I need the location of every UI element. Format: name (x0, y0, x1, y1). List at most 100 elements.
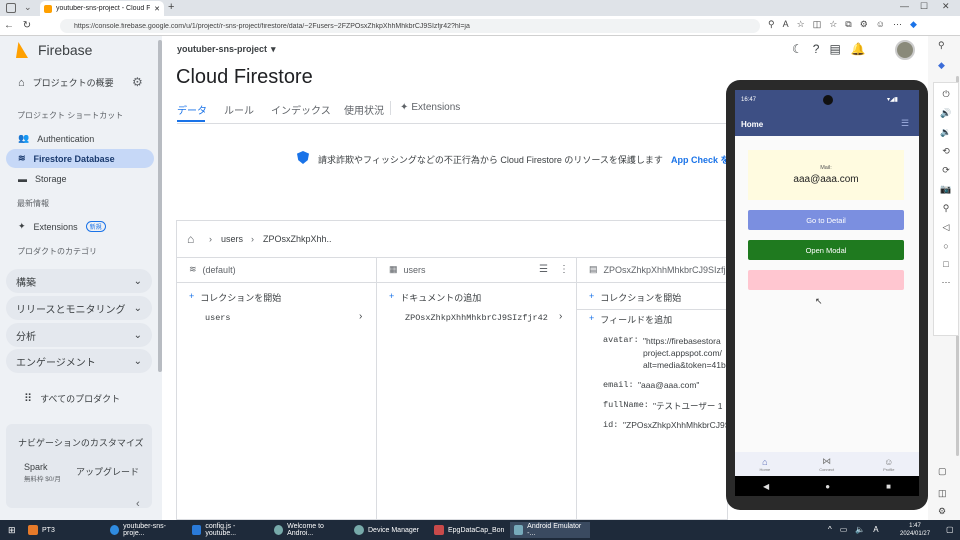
maximize-button[interactable]: ☐ (920, 1, 928, 12)
rotate-left-icon[interactable]: ⟲ (942, 146, 950, 157)
browser-tab[interactable]: youtuber-sns-project - Cloud Fir... ✕ (40, 1, 164, 16)
back-icon[interactable]: ◁ (943, 222, 950, 233)
url-field[interactable]: https://console.firebase.google.com/u/1/… (60, 19, 760, 33)
section-build[interactable]: 構築 ⌄ (6, 269, 152, 293)
taskbar-item-browser[interactable]: youtuber-sns-proje... (106, 522, 186, 538)
volume-icon[interactable]: 🔈 (855, 525, 865, 534)
side-split-icon[interactable]: ◫ (938, 488, 947, 499)
zoom-icon[interactable]: ⚲ (768, 19, 775, 30)
zoom-icon[interactable]: ⚲ (943, 203, 950, 214)
tab-list-icon[interactable]: ⌄ (24, 2, 32, 13)
sidebar-item-storage[interactable]: ▬ Storage (6, 169, 154, 188)
project-selector[interactable]: youtuber-sns-project ▾ (177, 44, 276, 55)
reload-icon[interactable]: ↻ (18, 20, 36, 31)
window-menu-icon[interactable] (6, 3, 16, 13)
tab-rules[interactable]: ルール (224, 102, 254, 117)
section-release[interactable]: リリースとモニタリング ⌄ (6, 296, 152, 320)
taskbar-item-android-studio[interactable]: Welcome to Androi... (270, 522, 350, 538)
help-icon[interactable]: ? (813, 42, 820, 56)
network-icon[interactable]: ▭ (840, 525, 848, 534)
camera-icon[interactable]: 📷 (940, 184, 951, 195)
start-subcollection-button[interactable]: + コレクションを開始 (589, 291, 681, 304)
android-recents-icon[interactable]: ■ (886, 482, 891, 491)
more-menu-icon[interactable]: ⋯ (893, 19, 902, 30)
field-value-email[interactable]: "aaa@aaa.com" (638, 380, 699, 390)
close-tab-icon[interactable]: ✕ (154, 5, 160, 13)
volume-down-icon[interactable]: 🔉 (940, 127, 951, 138)
side-settings-icon[interactable]: ⚙ (938, 506, 946, 517)
android-home-icon[interactable]: ● (825, 482, 830, 491)
sidebar-scrollbar[interactable] (158, 40, 162, 372)
field-value-id[interactable]: "ZPOsxZhkpXhhMhkbrCJ9S (623, 420, 729, 430)
notification-icon[interactable]: ▢ (946, 525, 954, 534)
nav-home[interactable]: ⌂ Home (760, 457, 771, 472)
home-breadcrumb-icon[interactable]: ⌂ (187, 232, 194, 246)
breadcrumb-collection[interactable]: users (221, 234, 243, 244)
notifications-bell-icon[interactable]: 🔔 (851, 42, 866, 56)
taskbar-item-vscode[interactable]: config.js - youtube... (188, 522, 268, 538)
all-products[interactable]: ⠿ すべてのプロダクト (6, 389, 154, 408)
read-aloud-icon[interactable]: A (783, 19, 789, 30)
upgrade-button[interactable]: アップグレード (76, 465, 139, 478)
tab-indexes[interactable]: インデックス (271, 102, 331, 117)
start-button[interactable]: ⊞ (4, 522, 20, 538)
third-button[interactable] (748, 270, 904, 290)
volume-up-icon[interactable]: 🔊 (940, 108, 951, 119)
more-vert-icon[interactable]: ⋮ (559, 264, 569, 275)
customize-nav-link[interactable]: ナビゲーションのカスタマイズ (18, 436, 144, 449)
close-window-button[interactable]: ✕ (942, 1, 950, 12)
new-tab-button[interactable]: + (168, 1, 174, 13)
sidebar-item-firestore[interactable]: ≋ Firestore Database (6, 149, 154, 168)
overview-icon[interactable]: □ (943, 259, 948, 269)
profile-icon[interactable]: ☺ (876, 19, 885, 30)
open-modal-button[interactable]: Open Modal (748, 240, 904, 260)
favorites-icon[interactable]: ☆ (829, 19, 837, 30)
side-app-icon[interactable]: ◆ (938, 60, 945, 71)
start-collection-button[interactable]: + コレクションを開始 (189, 291, 281, 304)
split-screen-icon[interactable]: ◫ (813, 19, 822, 30)
copilot-icon[interactable]: ◆ (910, 19, 917, 30)
filter-icon[interactable]: ☰ (539, 264, 548, 275)
breadcrumb-document[interactable]: ZPOsxZhkpXhh.. (263, 234, 332, 244)
sidebar-item-extensions[interactable]: ✦ Extensions 新規 (6, 217, 154, 236)
android-back-icon[interactable]: ◀ (763, 482, 769, 491)
nav-profile[interactable]: ☺ Profile (883, 457, 894, 472)
field-value-fullname[interactable]: "テストユーザー 1 (653, 400, 722, 412)
favorite-star-icon[interactable]: ☆ (797, 19, 805, 30)
rotate-right-icon[interactable]: ⟳ (942, 165, 950, 176)
nav-connect[interactable]: ⋈ Connect (819, 456, 834, 472)
settings-gear-icon[interactable]: ⚙ (132, 75, 143, 89)
section-engagement[interactable]: エンゲージメント ⌄ (6, 349, 152, 373)
avatar[interactable] (895, 40, 915, 60)
taskbar-item-device-manager[interactable]: Device Manager (350, 522, 430, 538)
ime-indicator[interactable]: A (873, 525, 878, 534)
taskbar-item-emulator[interactable]: Android Emulator -... (510, 522, 590, 538)
collapse-sidebar-icon[interactable]: ‹ (136, 498, 140, 510)
add-document-button[interactable]: + ドキュメントの追加 (389, 291, 481, 304)
tab-data[interactable]: データ (177, 102, 207, 117)
go-to-detail-button[interactable]: Go to Detail (748, 210, 904, 230)
back-icon[interactable]: ← (0, 20, 18, 31)
home-icon[interactable]: ○ (943, 241, 948, 251)
tab-usage[interactable]: 使用状況 (344, 102, 384, 117)
minimize-button[interactable]: — (900, 1, 909, 11)
field-value-avatar[interactable]: "https://firebasestora project.appspot.c… (643, 335, 726, 371)
side-window-icon[interactable]: ▢ (938, 466, 947, 477)
taskbar-item-epg[interactable]: EpgDataCap_Bon (430, 522, 510, 538)
sidebar-item-authentication[interactable]: 👥 Authentication (6, 129, 154, 148)
tray-chevron-icon[interactable]: ^ (828, 525, 832, 534)
power-icon[interactable]: ⏻ (942, 89, 949, 100)
dark-mode-icon[interactable]: ☾ (792, 42, 803, 56)
more-icon[interactable]: ⋯ (942, 277, 951, 288)
app-check-link[interactable]: App Check を (671, 153, 730, 166)
chat-icon[interactable]: ▤ (829, 42, 840, 56)
side-search-icon[interactable]: ⚲ (938, 40, 945, 51)
taskbar-item-pt3[interactable]: PT3 (24, 522, 102, 538)
collections-icon[interactable]: ⧉ (845, 19, 851, 30)
clock[interactable]: 1:47 2024/01/27 (900, 522, 930, 538)
add-field-button[interactable]: + フィールドを追加 (589, 313, 672, 326)
section-analytics[interactable]: 分析 ⌄ (6, 323, 152, 347)
menu-icon[interactable]: ☰ (901, 118, 909, 129)
collection-item-users[interactable]: users (205, 313, 231, 323)
document-item[interactable]: ZPOsxZhkpXhhMhkbrCJ9SIzfjr42 (405, 313, 548, 323)
